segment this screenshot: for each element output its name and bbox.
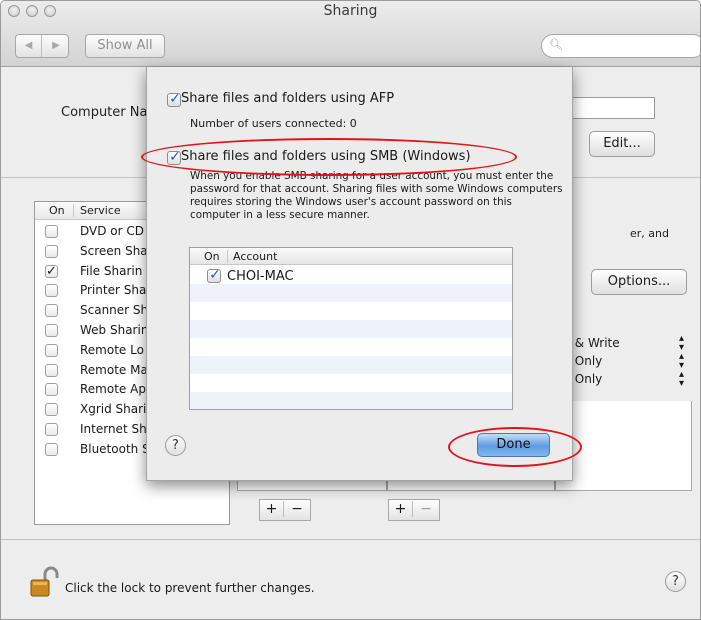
account-checkbox[interactable]: ✓ [207, 267, 221, 283]
stepper-icon[interactable]: ▴ ▾ [679, 334, 684, 353]
add-user-button[interactable]: + [389, 501, 413, 517]
table-row [190, 392, 512, 409]
options-button[interactable]: Options... [591, 269, 687, 295]
permission-row[interactable]: ad Only ▴ ▾ [556, 370, 692, 389]
service-checkbox[interactable] [45, 383, 58, 397]
sharing-window: Sharing ◀ ▶ Show All 🔍︎ Computer Na Edit… [0, 0, 701, 620]
service-checkbox[interactable] [45, 225, 58, 238]
permission-row[interactable]: ad & Write ▴ ▾ [556, 334, 692, 353]
column-header-on: On [204, 250, 220, 263]
edit-button[interactable]: Edit... [589, 131, 655, 157]
table-row [190, 374, 512, 392]
service-checkbox[interactable] [45, 442, 58, 456]
sheet-help-button[interactable]: ? [165, 435, 186, 456]
service-name: Remote Lo [80, 342, 144, 357]
help-button[interactable]: ? [665, 571, 686, 592]
table-row [190, 356, 512, 374]
service-checkbox[interactable] [45, 423, 58, 436]
column-header-on: On [49, 204, 65, 217]
add-folder-button[interactable]: + [260, 501, 284, 517]
afp-checkbox[interactable]: ✓ [167, 91, 181, 107]
permissions-list: ad & Write ▴ ▾ ad Only ▴ ▾ ad Only ▴ ▾ [556, 334, 692, 398]
forward-arrow-icon[interactable]: ▶ [43, 35, 69, 57]
service-checkbox[interactable]: ✓ [45, 264, 58, 278]
permissions-column [555, 401, 692, 491]
window-title: Sharing [323, 3, 378, 19]
stepper-icon[interactable]: ▴ ▾ [679, 352, 684, 371]
folder-add-remove: + − [259, 499, 311, 521]
checkmark-icon: ✓ [169, 149, 181, 165]
checkmark-icon: ✓ [169, 91, 181, 107]
service-name: Screen Sha [80, 243, 148, 258]
table-row [190, 284, 512, 302]
table-row [190, 302, 512, 320]
title-bar: Sharing ◀ ▶ Show All 🔍︎ [1, 1, 700, 67]
computer-name-label: Computer Na [61, 105, 148, 120]
lock-open-icon[interactable] [29, 566, 59, 600]
smb-checkbox[interactable]: ✓ [167, 149, 181, 165]
users-connected-text: Number of users connected: 0 [190, 117, 357, 130]
service-name: File Sharin [80, 263, 143, 278]
lock-message: Click the lock to prevent further change… [65, 581, 315, 595]
computer-name-input[interactable] [561, 97, 655, 119]
service-checkbox[interactable] [45, 324, 58, 337]
account-name: CHOI-MAC [227, 269, 294, 284]
done-button[interactable]: Done [477, 433, 550, 457]
service-description-fragment: er, and [630, 227, 669, 240]
user-add-remove: + − [388, 499, 440, 521]
show-all-button[interactable]: Show All [85, 34, 165, 58]
search-icon: 🔍︎ [549, 38, 563, 51]
service-name: Remote Ap [80, 382, 146, 397]
remove-folder-button[interactable]: − [285, 501, 309, 517]
service-name: DVD or CD [80, 224, 145, 238]
smb-label: Share files and folders using SMB (Windo… [181, 149, 471, 164]
service-name: Xgrid Shari [80, 402, 147, 417]
service-name: Internet Sh [80, 422, 147, 436]
table-row [190, 320, 512, 338]
remove-user-button[interactable]: − [414, 501, 438, 517]
file-sharing-options-sheet: ✓ Share files and folders using AFP Numb… [146, 67, 573, 481]
service-name: Scanner Sh [80, 303, 149, 318]
column-header-account: Account [227, 250, 277, 263]
permission-row[interactable]: ad Only ▴ ▾ [556, 352, 692, 371]
back-forward-control: ◀ ▶ [15, 34, 69, 58]
service-name: Remote Ma [80, 362, 148, 377]
account-table-header: On Account [190, 248, 512, 265]
table-row [190, 338, 512, 356]
search-field[interactable]: 🔍︎ [541, 34, 700, 58]
stepper-icon[interactable]: ▴ ▾ [679, 370, 684, 389]
service-checkbox[interactable] [45, 363, 58, 377]
service-checkbox[interactable] [45, 244, 58, 258]
service-checkbox[interactable] [45, 403, 58, 417]
back-arrow-icon[interactable]: ◀ [16, 35, 42, 57]
service-name: Web Sharin [80, 323, 149, 337]
service-checkbox[interactable] [45, 343, 58, 357]
smb-description: When you enable SMB sharing for a user a… [190, 170, 563, 221]
service-checkbox[interactable] [45, 284, 58, 298]
afp-label: Share files and folders using AFP [181, 91, 395, 106]
service-name: Printer Sha [80, 283, 147, 298]
column-header-service: Service [73, 204, 121, 217]
checkmark-icon: ✓ [209, 267, 221, 283]
service-checkbox[interactable] [45, 304, 58, 318]
divider [1, 539, 700, 540]
account-table: On Account ✓ CHOI-MAC [189, 247, 513, 410]
